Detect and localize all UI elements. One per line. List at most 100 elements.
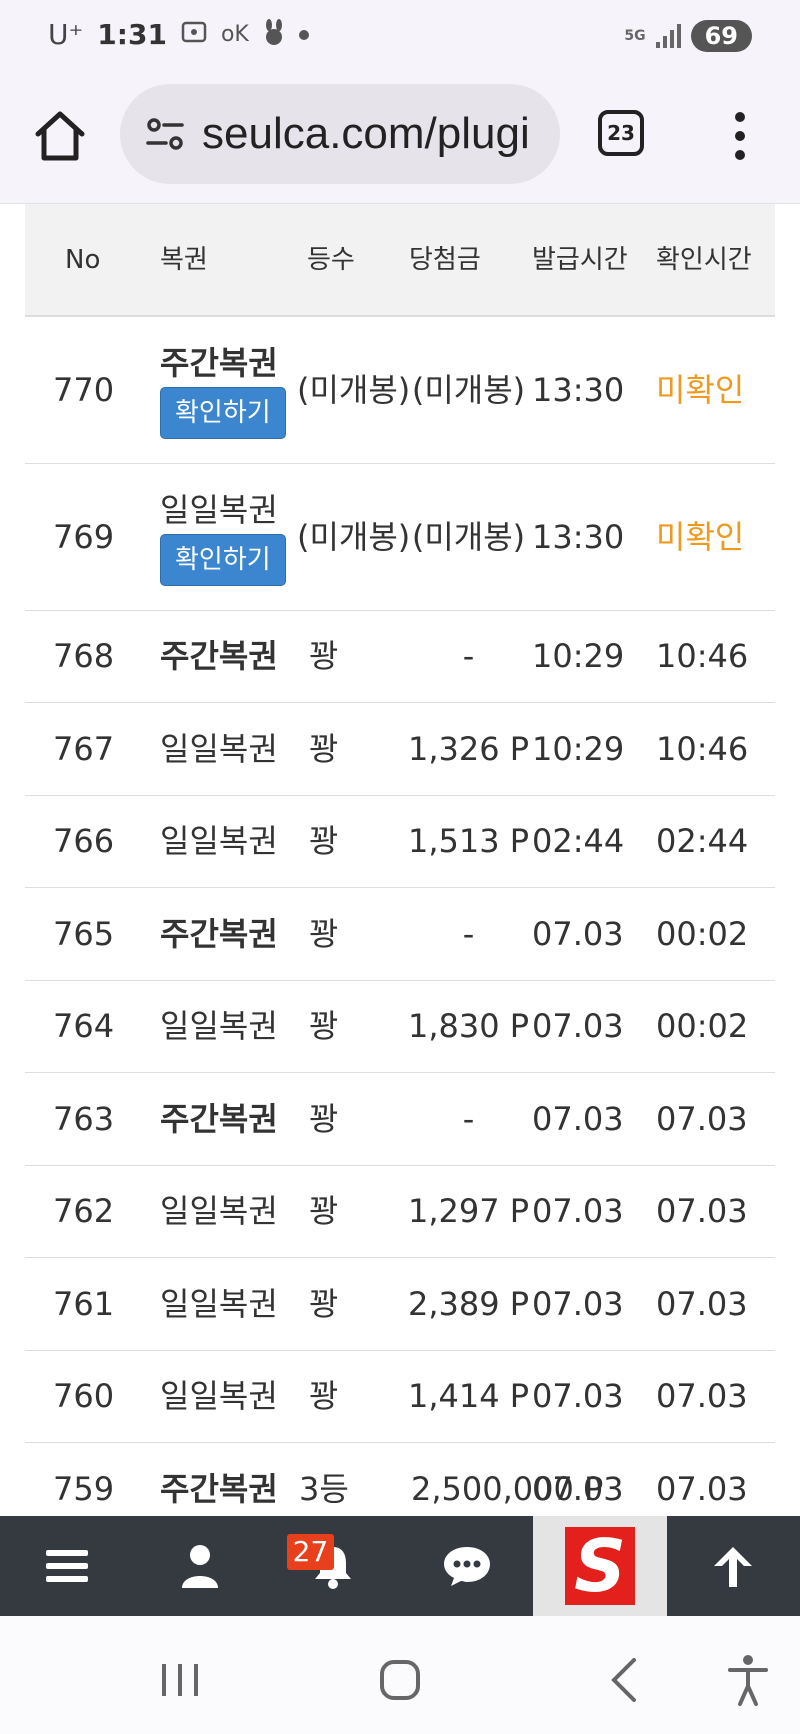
issued-time-cell: 10:29 — [532, 702, 656, 796]
address-bar[interactable]: seulca.com/plugi — [120, 84, 560, 184]
notification-count-badge: 27 — [286, 1534, 335, 1570]
row-number: 767 — [25, 702, 160, 796]
row-number: 762 — [25, 1165, 160, 1258]
more-dot-icon — [735, 150, 745, 160]
ticket-type: 일일복권 — [160, 702, 297, 796]
table-header-row: No 복권 등수 당첨금 발급시간 확인시간 — [25, 204, 775, 316]
ticket-type: 일일복권 — [160, 795, 297, 888]
table-row: 767 일일복권 꽝 1,326 P 10:29 10:46 — [25, 702, 775, 796]
rank-cell: 꽝 — [297, 980, 405, 1073]
ok-cashbag-icon: oK — [220, 22, 249, 47]
ticket-type: 주간복권 — [160, 1072, 297, 1166]
s-logo-icon: S — [564, 1524, 635, 1608]
system-navigation-bar — [0, 1616, 800, 1734]
table-row: 764 일일복권 꽝 1,830 P 07.03 00:02 — [25, 980, 775, 1073]
header-no: No — [65, 244, 101, 275]
site-settings-icon[interactable] — [140, 109, 190, 159]
header-prize: 당첨금 — [409, 244, 481, 275]
issued-time-cell: 07.03 — [532, 1072, 656, 1166]
home-nav-button[interactable] — [370, 1650, 430, 1710]
rank-cell: 꽝 — [297, 1072, 405, 1166]
header-rank: 등수 — [307, 244, 355, 275]
recent-apps-icon — [162, 1664, 198, 1696]
row-number: 766 — [25, 795, 160, 888]
profile-button[interactable] — [133, 1516, 266, 1616]
table-row: 765 주간복권 꽝 - 07.03 00:02 — [25, 887, 775, 981]
rank-cell: 꽝 — [297, 795, 405, 888]
row-number: 765 — [25, 887, 160, 981]
scroll-top-button[interactable] — [667, 1516, 800, 1616]
issued-time-cell: 07.03 — [532, 980, 656, 1073]
ticket-type: 일일복권 — [160, 980, 297, 1073]
table-row: 768 주간복권 꽝 - 10:29 10:46 — [25, 610, 775, 703]
prize-cell: - — [405, 887, 532, 981]
ticket-type: 주간복권 — [160, 1442, 297, 1516]
issued-time-cell: 07.03 — [532, 1442, 656, 1516]
lottery-history-table: No 복권 등수 당첨금 발급시간 확인시간 770 주간복권 확인하기 (미개… — [25, 204, 775, 1516]
table-row: 763 주간복권 꽝 - 07.03 07.03 — [25, 1072, 775, 1166]
carrier-label: U⁺ — [48, 18, 84, 51]
checked-time-cell: 07.03 — [656, 1350, 775, 1443]
screenshot-icon — [181, 20, 207, 50]
checked-time-cell: 02:44 — [656, 795, 775, 888]
rank-cell: 꽝 — [297, 702, 405, 796]
battery-indicator: 69 — [690, 20, 752, 52]
prize-cell: (미개봉) — [405, 316, 532, 464]
ticket-type: 주간복권 — [160, 610, 297, 703]
rank-cell: 꽝 — [297, 1165, 405, 1258]
hamburger-icon — [45, 1550, 88, 1582]
notification-dot-icon — [298, 29, 309, 40]
table-row: 766 일일복권 꽝 1,513 P 02:44 02:44 — [25, 795, 775, 888]
url-text[interactable]: seulca.com/plugi — [202, 109, 530, 159]
notifications-button[interactable]: 27 — [267, 1516, 400, 1616]
home-circle-icon — [380, 1660, 420, 1700]
checked-time-cell: 07.03 — [656, 1257, 775, 1351]
prize-cell: 1,513 P — [405, 795, 532, 888]
network-type-icon: 5G — [624, 28, 646, 44]
issued-time-cell: 07.03 — [532, 1165, 656, 1258]
header-ticket: 복권 — [160, 244, 208, 275]
logo-letter: S — [574, 1524, 626, 1608]
prize-cell: 2,500,000 P — [405, 1442, 603, 1516]
ticket-type: 일일복권 — [160, 1350, 297, 1443]
issued-time-cell: 07.03 — [532, 887, 656, 981]
recent-apps-button[interactable] — [150, 1650, 210, 1710]
checked-time-cell: 00:02 — [656, 980, 775, 1073]
menu-button[interactable] — [0, 1516, 133, 1616]
chat-button[interactable] — [400, 1516, 533, 1616]
check-ticket-button[interactable]: 확인하기 — [160, 533, 286, 586]
ticket-type: 일일복권 — [160, 1257, 297, 1351]
site-logo-button[interactable]: S — [533, 1516, 667, 1616]
table-row: 759 주간복권 3등 2,500,000 P 07.03 07.03 — [25, 1442, 775, 1516]
rank-cell: 꽝 — [297, 1257, 405, 1351]
prize-cell: 1,326 P — [405, 702, 532, 796]
table-row: 760 일일복권 꽝 1,414 P 07.03 07.03 — [25, 1350, 775, 1443]
row-number: 770 — [25, 316, 160, 464]
user-icon — [181, 1545, 218, 1588]
tab-count: 23 — [607, 121, 635, 145]
check-ticket-button[interactable]: 확인하기 — [160, 386, 286, 439]
rank-cell: 꽝 — [297, 1350, 405, 1443]
back-button[interactable] — [596, 1650, 656, 1710]
rank-cell: 꽝 — [297, 887, 405, 981]
table-row: 770 주간복권 확인하기 (미개봉) (미개봉) 13:30 미확인 — [25, 316, 775, 464]
checked-time-cell: 07.03 — [656, 1165, 775, 1258]
row-number: 763 — [25, 1072, 160, 1166]
more-dot-icon — [735, 131, 745, 141]
browser-menu-button[interactable] — [720, 106, 760, 166]
issued-time-cell: 13:30 — [532, 316, 656, 464]
ticket-type: 일일복권 — [160, 1165, 297, 1258]
prize-cell: 1,297 P — [405, 1165, 532, 1258]
checked-time-cell: 미확인 — [656, 316, 775, 464]
tab-switcher-button[interactable]: 23 — [598, 110, 644, 156]
rank-cell: 3등 — [297, 1442, 405, 1516]
rank-cell: 꽝 — [297, 610, 405, 703]
rank-cell: (미개봉) — [297, 463, 410, 611]
arrow-up-icon — [714, 1547, 753, 1587]
issued-time-cell: 02:44 — [532, 795, 656, 888]
checked-time-cell: 07.03 — [656, 1442, 775, 1516]
back-chevron-icon — [611, 1658, 636, 1702]
accessibility-button[interactable] — [718, 1650, 778, 1710]
row-number: 769 — [25, 463, 160, 611]
home-button[interactable] — [30, 106, 90, 166]
